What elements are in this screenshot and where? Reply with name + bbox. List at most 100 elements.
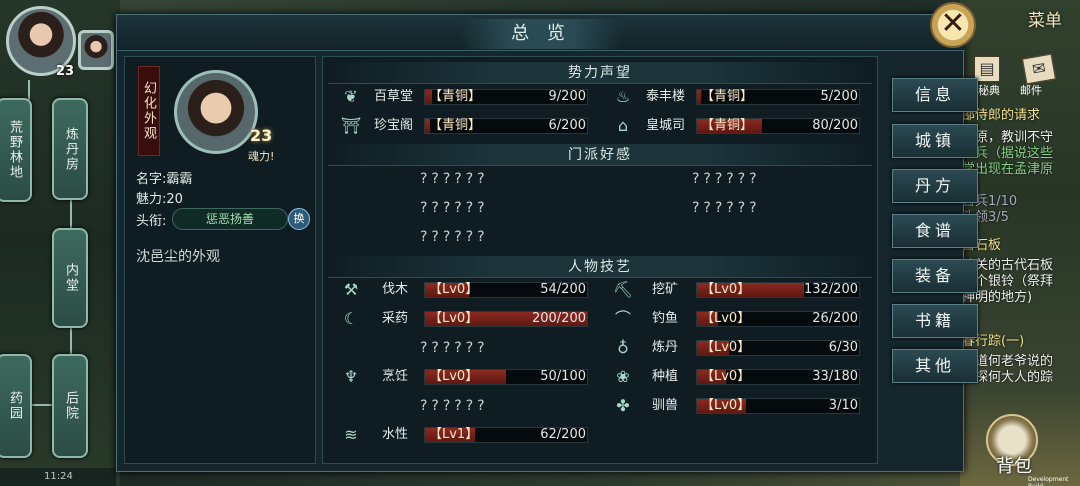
soul-power-label[interactable]: 魂力!: [248, 148, 274, 164]
level-rank-label: 【青铜】: [429, 118, 482, 133]
level-rank-label: 【Lv0】: [429, 282, 479, 297]
reputation-value: 80/200: [812, 118, 858, 133]
level-rank-label: 【Lv0】: [701, 398, 751, 413]
quest-line[interactable]: 春行踪(一): [962, 334, 1080, 350]
tab-recipes-food[interactable]: 食谱: [892, 214, 978, 248]
section-affinity: 门派好感: [328, 144, 872, 166]
character-level: 23: [250, 126, 273, 145]
name-row: 名字:霸霸: [136, 168, 192, 187]
companion-avatar[interactable]: [78, 30, 114, 70]
skill-value: 33/180: [812, 369, 858, 384]
panel-title: 总 览: [461, 19, 621, 49]
quest-line: 官道何老爷说的: [962, 354, 1054, 369]
charm-label: 魅力:: [136, 192, 167, 207]
skill-value: 54/200: [540, 282, 586, 297]
reputation-value: 5/200: [820, 89, 858, 104]
faction-name: 泰丰楼: [646, 89, 686, 104]
quest-line: 查探何大人的踪: [962, 370, 1054, 385]
quest-line: 头领3/5: [962, 210, 1009, 225]
skill-name: 炼丹: [652, 340, 679, 355]
close-button[interactable]: ✕: [930, 2, 976, 48]
title-bar: 总 览: [117, 15, 965, 51]
map-node-backyard[interactable]: 后院: [52, 354, 88, 458]
level-rank-label: 【青铜】: [701, 118, 754, 133]
name-value: 霸霸: [166, 172, 193, 187]
secret-book-label: 秘典: [978, 84, 1000, 97]
skill-name: 伐木: [382, 282, 409, 297]
tab-equipment[interactable]: 装备: [892, 259, 978, 293]
level-rank-label: 【Lv0】: [701, 282, 751, 297]
level-rank-label: 【青铜】: [429, 89, 482, 104]
faction-name: 珍宝阁: [374, 118, 414, 133]
quest-line: 常出现在孟津原: [962, 162, 1054, 177]
mail-label: 邮件: [1020, 84, 1042, 97]
unknown-skill: ??????: [420, 340, 489, 356]
quest-line: 官兵1/10: [962, 194, 1018, 209]
bag-label: 背包: [996, 456, 1032, 477]
skill-name: 挖矿: [652, 282, 679, 297]
quest-line: 一个银铃（祭拜: [962, 274, 1054, 289]
unknown-sect: ??????: [420, 229, 489, 245]
unknown-sect: ??????: [692, 171, 761, 187]
skill-name: 钓鱼: [652, 311, 679, 326]
quest-line[interactable]: 古石板: [962, 238, 1080, 254]
status-time: 11:24: [0, 468, 116, 486]
tab-recipes-pill[interactable]: 丹方: [892, 169, 978, 203]
build-label: Development Build: [1028, 476, 1069, 486]
map-node-wilderness[interactable]: 荒野林地: [0, 98, 32, 202]
tab-books[interactable]: 书籍: [892, 304, 978, 338]
quest-line: 官兵（据说这些: [962, 146, 1054, 161]
map-connector: [28, 80, 30, 100]
section-skills: 人物技艺: [328, 256, 872, 278]
quest-line[interactable]: 邵侍郎的请求: [962, 108, 1080, 124]
axe-icon: ⚒: [343, 280, 359, 299]
appearance-title: 幻化外观: [138, 66, 160, 156]
charm-value: 20: [166, 192, 183, 207]
character-portrait[interactable]: [174, 70, 258, 154]
reputation-value: 6/200: [548, 118, 586, 133]
faction-name: 皇城司: [646, 118, 686, 133]
mail-icon[interactable]: ✉: [1021, 53, 1057, 85]
quest-line: 神明的地方): [962, 290, 1033, 305]
tab-other[interactable]: 其他: [892, 349, 978, 383]
skill-name: 水性: [382, 427, 409, 442]
gate-icon: ⌂: [617, 116, 629, 135]
sickle-icon: ☾: [343, 309, 359, 328]
skill-name: 种植: [652, 369, 679, 384]
section-reputation: 势力声望: [328, 62, 872, 84]
chest-icon: ⛩: [340, 116, 362, 135]
skill-value: 50/100: [540, 369, 586, 384]
sprout-icon: ❀: [616, 367, 630, 386]
map-node-inner-hall[interactable]: 内堂: [52, 228, 88, 328]
cauldron-icon: ♁: [617, 338, 629, 357]
level-rank-label: 【青铜】: [701, 89, 754, 104]
title-badge: 惩恶扬善: [172, 208, 288, 230]
unknown-sect: ??????: [420, 200, 489, 216]
fishing-rod-icon: ⌒: [614, 309, 631, 328]
skill-name: 采药: [382, 311, 409, 326]
charm-row: 魅力:20: [136, 188, 183, 207]
map-node-herb-garden[interactable]: 药园: [0, 354, 32, 458]
swap-title-button[interactable]: 换: [288, 208, 310, 230]
bowl-icon: ♨: [615, 87, 631, 106]
tab-town[interactable]: 城镇: [892, 124, 978, 158]
level-rank-label: 【Lv0】: [429, 311, 479, 326]
skill-value: 132/200: [803, 282, 858, 297]
tab-info[interactable]: 信息: [892, 78, 978, 112]
game-screen: 23 荒野林地 炼丹房 内堂 药园 后院 11:24 菜单 ▤ ✉ 秘典 邮件 …: [0, 0, 1080, 486]
skill-value: 26/200: [812, 311, 858, 326]
level-rank-label: 【Lv0】: [429, 369, 479, 384]
quest-line: 岭关的古代石板: [962, 258, 1054, 273]
skill-value: 3/10: [828, 398, 858, 413]
unknown-sect: ??????: [692, 200, 761, 216]
reputation-value: 9/200: [548, 89, 586, 104]
map-node-alchemy-room[interactable]: 炼丹房: [52, 98, 88, 200]
player-level: 23: [56, 64, 75, 79]
skill-name: 烹饪: [382, 369, 409, 384]
level-rank-label: 【Lv0】: [701, 369, 751, 384]
unknown-skill: ??????: [420, 398, 489, 414]
skill-value: 6/30: [828, 340, 858, 355]
wave-icon: ≋: [344, 425, 358, 444]
appearance-name: 沈邑尘的外观: [136, 249, 220, 265]
menu-label[interactable]: 菜单: [1028, 6, 1062, 31]
